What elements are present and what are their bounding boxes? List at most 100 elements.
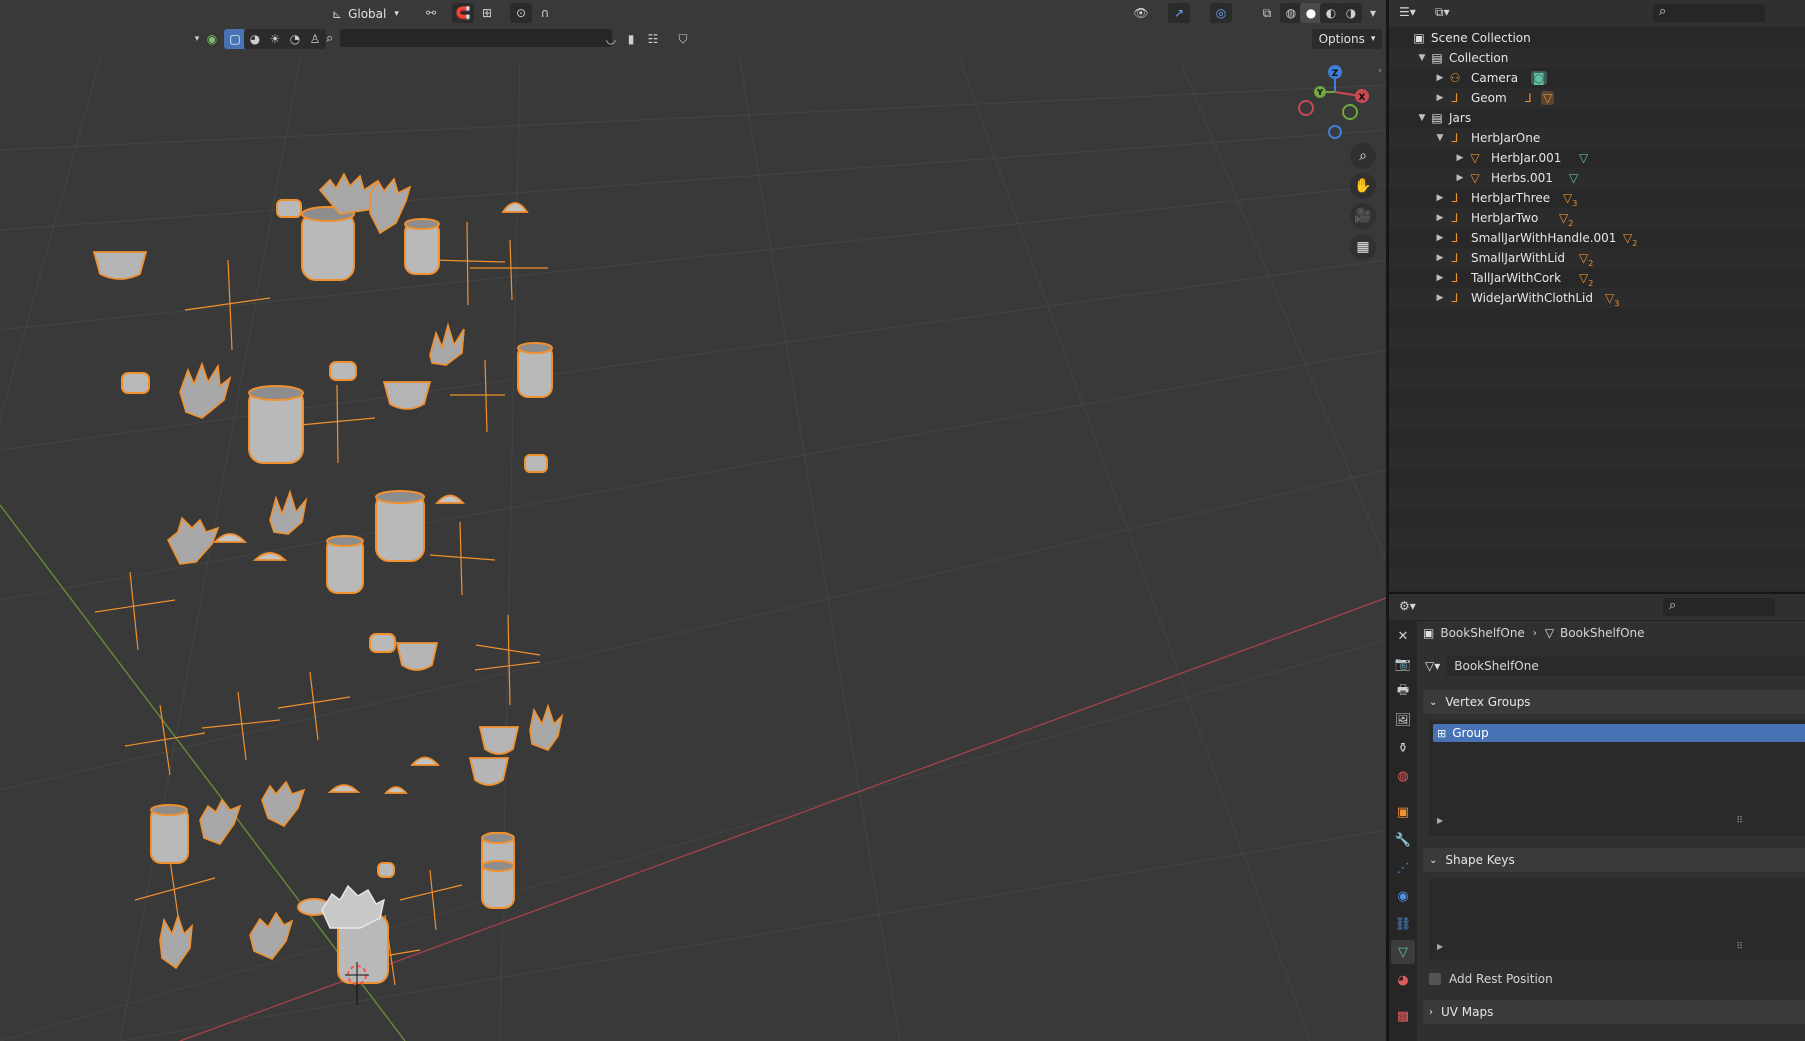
shape-keys-panel-header[interactable]: ⌄ Shape Keys [1423, 848, 1805, 872]
texture-tab-icon[interactable]: ▩ [1391, 1004, 1415, 1028]
outliner-row-geom[interactable]: ▶ ⅃ Geom ⅃ ▽ [1389, 88, 1805, 108]
outliner-row-herbjartwo[interactable]: ▶ ⅃ HerbJarTwo ▽2 [1389, 208, 1805, 228]
funnel-filter-icon[interactable]: ⛉ [672, 29, 694, 49]
mesh-children-icon[interactable]: ▽2 [1579, 251, 1593, 268]
outliner-row-camera[interactable]: ▶ ⚇ Camera ◙ [1389, 68, 1805, 88]
display-mode-icon[interactable]: ⧉▾ [1435, 5, 1450, 20]
pan-hand-icon[interactable]: ✋ [1350, 173, 1376, 199]
mesh-children-icon[interactable]: ▽2 [1559, 211, 1573, 228]
mesh-datablock-selector[interactable]: ▽▾ BookShelfOne [1419, 656, 1805, 676]
expand-arrow-icon[interactable]: ▶ [1435, 93, 1445, 103]
armature-filter-icon[interactable]: ♙ [304, 29, 326, 49]
outliner-row-smalljarwithhandle-001[interactable]: ▶ ⅃ SmallJarWithHandle.001 ▽2 [1389, 228, 1805, 248]
falloff-icon[interactable]: ∩ [534, 3, 556, 23]
mesh-children-icon[interactable]: ▽2 [1579, 271, 1593, 288]
visibility-icon[interactable]: 👁 [1130, 3, 1152, 23]
overlays-icon[interactable]: ◎ [1210, 3, 1232, 23]
light-filter-icon[interactable]: ☀ [264, 29, 286, 49]
list-item[interactable]: ⊞ Group [1433, 724, 1805, 742]
sphere-filter-icon[interactable]: ◕ [244, 29, 266, 49]
mesh-data-icon[interactable]: ▽ [1579, 151, 1588, 165]
world-filter-icon[interactable]: ◔ [284, 29, 306, 49]
xray-toggle-icon[interactable]: ⧉ [1256, 3, 1278, 23]
output-tab-icon[interactable]: 🖶 [1391, 680, 1415, 704]
mesh-filter-icon[interactable]: ▢ [224, 29, 246, 49]
list-resize-handle[interactable]: ⠿ [1736, 816, 1743, 826]
vertex-groups-list[interactable]: ⊞ Group ▶ ⠿ [1429, 720, 1805, 836]
proportional-editing-icon[interactable]: ⊙ [510, 3, 532, 23]
world-tab-icon[interactable]: ◍ [1391, 764, 1415, 788]
outliner-row-scene-collection[interactable]: ▣ Scene Collection [1389, 28, 1805, 48]
gizmo-toggle-icon[interactable]: ↗ [1168, 3, 1190, 23]
outliner-row-herbjarone[interactable]: ▼ ⅃ HerbJarOne [1389, 128, 1805, 148]
render-tab-icon[interactable]: 📷 [1391, 652, 1415, 676]
mesh-browse-icon[interactable]: ▽▾ [1425, 659, 1440, 673]
shading-options-icon[interactable]: ▾ [1362, 3, 1384, 23]
transform-orientation-dropdown[interactable]: ⊾ Global ▾ [332, 3, 399, 25]
vertex-groups-panel-header[interactable]: ⌄ Vertex Groups [1423, 690, 1805, 714]
grid-perspective-icon[interactable]: ▦ [1350, 234, 1376, 260]
object-tab-icon[interactable]: ▣ [1391, 800, 1415, 824]
options-dropdown[interactable]: Options ▾ [1312, 29, 1382, 49]
mesh-children-icon[interactable]: ▽2 [1623, 231, 1637, 248]
empty-object-icon[interactable]: ⅃ [1525, 91, 1532, 105]
outliner-row-herbjarthree[interactable]: ▶ ⅃ HerbJarThree ▽3 [1389, 188, 1805, 208]
expand-arrow-icon[interactable]: ▶ [1435, 293, 1445, 303]
uv-maps-panel-header[interactable]: › UV Maps [1423, 1000, 1805, 1024]
expand-arrow-icon[interactable]: ▶ [1435, 253, 1445, 263]
mesh-data-tab-icon[interactable]: ▽ [1391, 940, 1415, 964]
mesh-data-icon[interactable]: ▽ [1569, 171, 1578, 185]
snap-toggle-icon[interactable]: 🧲 [452, 3, 474, 23]
mesh-name-field[interactable]: BookShelfOne [1446, 656, 1805, 676]
expand-arrow-icon[interactable]: ▼ [1417, 53, 1427, 63]
modifier-tab-icon[interactable]: 🔧 [1391, 828, 1415, 852]
outliner-row-jars[interactable]: ▼ ▤ Jars [1389, 108, 1805, 128]
expand-arrow-icon[interactable]: ▶ [1455, 173, 1465, 183]
gradient-sphere-icon[interactable]: ◉ [201, 29, 223, 49]
wireframe-shading-icon[interactable]: ◍ [1280, 3, 1302, 23]
view-layer-tab-icon[interactable]: 🖼 [1391, 708, 1415, 732]
snap-target-icon[interactable]: ⊞ [476, 3, 498, 23]
sidebar-toggle-icon[interactable]: ‹ [1378, 66, 1382, 76]
expand-arrow-icon[interactable]: ▶ [1435, 193, 1445, 203]
camera-data-icon[interactable]: ◙ [1531, 71, 1547, 85]
expand-arrow-icon[interactable]: ▶ [1435, 233, 1445, 243]
physics-tab-icon[interactable]: ◉ [1391, 884, 1415, 908]
material-tab-icon[interactable]: ◕ [1391, 968, 1415, 992]
checkbox[interactable] [1429, 973, 1441, 985]
expand-arrow-icon[interactable]: ▶ [1437, 942, 1443, 951]
outliner-row-widejarwithclothlid[interactable]: ▶ ⅃ WideJarWithClothLid ▽3 [1389, 288, 1805, 308]
material-preview-icon[interactable]: ◐ [1320, 3, 1342, 23]
expand-arrow-icon[interactable]: ▼ [1435, 133, 1445, 143]
outliner-row-talljarwithcork[interactable]: ▶ ⅃ TallJarWithCork ▽2 [1389, 268, 1805, 288]
add-rest-position-toggle[interactable]: Add Rest Position [1429, 970, 1553, 988]
outliner-row-herbjar-001[interactable]: ▶ ▽ HerbJar.001 ▽ [1389, 148, 1805, 168]
properties-search-input[interactable]: ⌕ [1663, 598, 1775, 616]
list-resize-handle[interactable]: ⠿ [1736, 942, 1743, 952]
expand-arrow-icon[interactable]: ▶ [1435, 73, 1445, 83]
scene-tab-icon[interactable]: ⚱ [1391, 736, 1415, 760]
mesh-data-icon[interactable]: ▽ [1541, 91, 1555, 105]
expand-arrow-icon[interactable]: ▼ [1417, 113, 1427, 123]
editor-type-icon[interactable]: ⚙▾ [1399, 599, 1416, 613]
tool-tab-icon[interactable]: ✕ [1391, 624, 1415, 648]
navigation-gizmo[interactable]: Z X Y [1290, 62, 1385, 144]
expand-arrow-icon[interactable]: ▶ [1437, 816, 1443, 825]
filter-toggle-icon[interactable]: ◡ [600, 29, 622, 49]
expand-arrow-icon[interactable]: ▶ [1435, 273, 1445, 283]
outliner-search-input[interactable]: ⌕ [1653, 4, 1765, 22]
zoom-icon[interactable]: ⌕ [1350, 143, 1376, 169]
expand-arrow-icon[interactable]: ▶ [1455, 153, 1465, 163]
outliner-row-herbs-001[interactable]: ▶ ▽ Herbs.001 ▽ [1389, 168, 1805, 188]
solid-shading-icon[interactable]: ● [1300, 3, 1322, 23]
shape-keys-list[interactable]: ▶ ⠿ [1429, 878, 1805, 960]
expand-arrow-icon[interactable]: ▶ [1435, 213, 1445, 223]
camera-view-icon[interactable]: 🎥 [1350, 203, 1376, 229]
outliner-row-smalljarwithlid[interactable]: ▶ ⅃ SmallJarWithLid ▽2 [1389, 248, 1805, 268]
mesh-children-icon[interactable]: ▽3 [1605, 291, 1619, 308]
editor-type-icon[interactable]: ☰▾ [1399, 5, 1416, 19]
outliner-row-collection[interactable]: ▼ ▤ Collection [1389, 48, 1805, 68]
search-input[interactable] [340, 29, 612, 47]
3d-viewport[interactable]: ⊾ Global ▾ ⚯ 🧲 ⊞ ⊙ ∩ 👁 ↗ ◎ ⧉ ◍ ● ◐ ◑ ▾ ▾… [0, 0, 1386, 1041]
mesh-children-icon[interactable]: ▽3 [1563, 191, 1577, 208]
